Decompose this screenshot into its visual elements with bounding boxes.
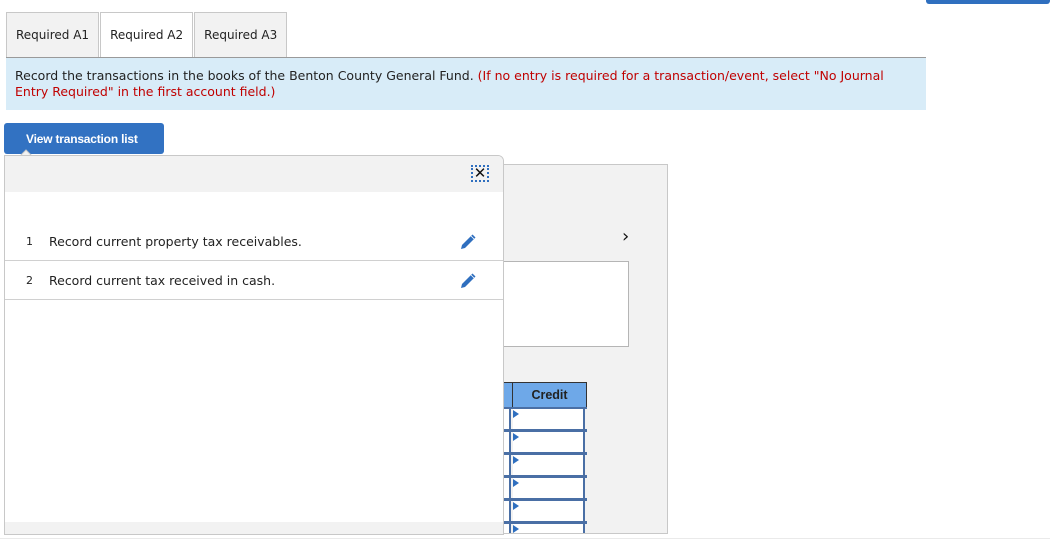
journal-grid-row — [503, 476, 587, 499]
transaction-item[interactable]: 1 Record current property tax receivable… — [5, 222, 503, 261]
credit-header-label: Credit — [531, 388, 568, 402]
credit-input[interactable] — [513, 478, 585, 498]
debit-cell[interactable] — [503, 478, 511, 498]
cell-flag-icon — [513, 410, 519, 418]
cell-flag-icon — [513, 456, 519, 464]
credit-input[interactable] — [513, 409, 585, 429]
tab-required-a3[interactable]: Required A3 — [194, 12, 288, 57]
transaction-text: Record current property tax receivables. — [49, 233, 302, 249]
popup-header: ✕ — [5, 156, 503, 192]
transaction-list-popup: ✕ 1 Record current property tax receivab… — [4, 155, 504, 535]
chevron-right-icon[interactable]: › — [622, 226, 629, 247]
transaction-number: 1 — [26, 234, 33, 248]
instructions-text: Record the transactions in the books of … — [15, 68, 474, 83]
close-icon[interactable]: ✕ — [471, 165, 489, 182]
tab-required-a2[interactable]: Required A2 — [100, 12, 194, 57]
debit-cell[interactable] — [503, 432, 511, 452]
debit-cell[interactable] — [503, 455, 511, 475]
journal-grid-row — [503, 430, 587, 453]
page-bottom-divider — [0, 538, 1050, 539]
cell-flag-icon — [513, 525, 519, 533]
cell-flag-icon — [513, 502, 519, 510]
cell-flag-icon — [513, 433, 519, 441]
debit-cell[interactable] — [503, 501, 511, 521]
transaction-item[interactable]: 2 Record current tax received in cash. — [5, 261, 503, 300]
transaction-description-box — [503, 261, 629, 347]
credit-input[interactable] — [513, 432, 585, 452]
instructions-box: Record the transactions in the books of … — [6, 58, 926, 110]
popup-footer — [5, 522, 503, 534]
credit-input[interactable] — [513, 455, 585, 475]
credit-input[interactable] — [513, 524, 585, 533]
journal-grid-row — [503, 453, 587, 476]
transaction-list: 1 Record current property tax receivable… — [5, 222, 503, 300]
journal-grid-row — [503, 407, 587, 430]
credit-input[interactable] — [513, 501, 585, 521]
tab-required-a1[interactable]: Required A1 — [6, 12, 100, 57]
transaction-number: 2 — [26, 273, 33, 287]
transaction-text: Record current tax received in cash. — [49, 272, 276, 288]
journal-grid: Credit — [503, 382, 593, 533]
pencil-icon[interactable] — [459, 233, 477, 251]
journal-grid-row — [503, 499, 587, 522]
pencil-icon[interactable] — [459, 272, 477, 290]
credit-column-header: Credit — [503, 382, 587, 408]
debit-cell[interactable] — [503, 524, 511, 533]
journal-grid-row — [503, 522, 587, 533]
cell-flag-icon — [513, 479, 519, 487]
requirement-tabs: Required A1 Required A2 Required A3 — [6, 12, 288, 58]
top-accent-bar — [926, 0, 1050, 4]
debit-cell[interactable] — [503, 409, 511, 429]
